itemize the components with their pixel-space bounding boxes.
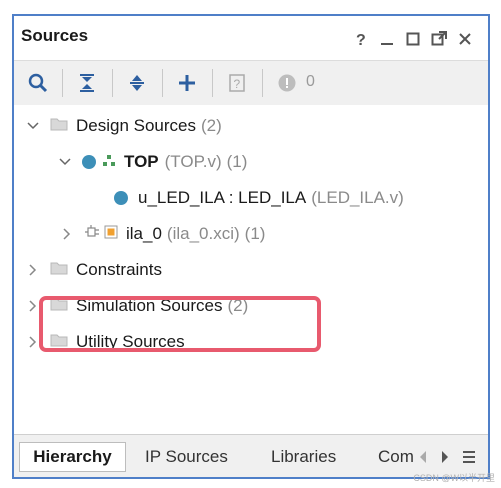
toolbar-separator	[262, 69, 263, 97]
tab-ip-sources[interactable]: IP Sources	[145, 442, 228, 472]
tab-compile-order[interactable]: Com	[378, 442, 414, 472]
tree-item-label: Constraints	[76, 260, 162, 279]
chevron-down-icon[interactable]	[58, 155, 72, 169]
module-icon	[82, 155, 96, 169]
close-icon[interactable]	[452, 28, 478, 50]
tree-item-u-led-ila[interactable]: u_LED_ILA : LED_ILA (LED_ILA.v)	[114, 185, 404, 211]
chevron-right-icon[interactable]	[26, 263, 40, 277]
tree-item-top[interactable]: TOP (TOP.v) (1)	[58, 149, 247, 175]
window-controls: ?	[348, 28, 478, 50]
properties-icon[interactable]: ?	[222, 68, 252, 98]
tab-libraries[interactable]: Libraries	[271, 442, 336, 472]
sources-panel: Sources ? ? 0 Design Sources (2) TOP (TO…	[12, 14, 490, 479]
tree-item-file: (TOP.v)	[164, 152, 222, 171]
toolbar: ? 0	[14, 60, 488, 106]
source-tree: Design Sources (2) TOP (TOP.v) (1) u_LED…	[14, 105, 488, 435]
tree-item-file: (LED_ILA.v)	[311, 188, 404, 207]
toolbar-separator	[62, 69, 63, 97]
status-count: 0	[306, 73, 315, 90]
folder-icon	[50, 260, 68, 280]
tree-item-label: Design Sources	[76, 116, 197, 135]
tree-item-label: ila_0	[126, 224, 162, 243]
toolbar-separator	[212, 69, 213, 97]
svg-text:?: ?	[234, 77, 241, 91]
status-icon	[272, 68, 302, 98]
tree-item-design-sources[interactable]: Design Sources (2)	[26, 113, 222, 139]
ip-core-icon	[104, 224, 118, 244]
float-icon[interactable]	[426, 28, 452, 50]
tree-item-label: u_LED_ILA : LED_ILA	[138, 188, 307, 207]
tree-item-ila-0[interactable]: ila_0 (ila_0.xci) (1)	[60, 221, 265, 247]
maximize-icon[interactable]	[400, 28, 426, 50]
tab-scroll-left-icon[interactable]	[418, 442, 428, 472]
toolbar-separator	[112, 69, 113, 97]
watermark: CSDN @W以半开里	[413, 473, 495, 483]
folder-icon	[50, 116, 68, 136]
tab-menu-icon[interactable]	[462, 442, 476, 472]
tree-item-count: (1)	[226, 152, 248, 171]
panel-title: Sources	[21, 26, 89, 45]
collapse-all-icon[interactable]	[72, 68, 102, 98]
ip-connector-icon	[84, 224, 100, 244]
tree-item-count: (1)	[244, 224, 266, 243]
tree-item-constraints[interactable]: Constraints	[26, 257, 162, 283]
expand-all-icon[interactable]	[122, 68, 152, 98]
module-icon	[114, 191, 128, 205]
search-icon[interactable]	[23, 68, 53, 98]
hierarchy-icon	[102, 152, 116, 172]
chevron-right-icon[interactable]	[26, 335, 40, 349]
tab-hierarchy[interactable]: Hierarchy	[19, 442, 126, 472]
chevron-right-icon[interactable]	[26, 299, 40, 313]
annotation-highlight-box	[39, 296, 321, 352]
chevron-down-icon[interactable]	[26, 119, 40, 133]
tree-item-file: (ila_0.xci)	[166, 224, 240, 243]
chevron-right-icon[interactable]	[60, 227, 74, 241]
tab-scroll-right-icon[interactable]	[440, 442, 450, 472]
help-icon[interactable]: ?	[348, 28, 374, 50]
panel-titlebar: Sources ?	[14, 16, 488, 60]
tree-item-label: TOP	[124, 152, 159, 171]
toolbar-separator	[162, 69, 163, 97]
minimize-icon[interactable]	[374, 28, 400, 50]
add-icon[interactable]	[172, 68, 202, 98]
svg-text:?: ?	[356, 32, 366, 47]
tree-item-count: (2)	[201, 116, 222, 135]
